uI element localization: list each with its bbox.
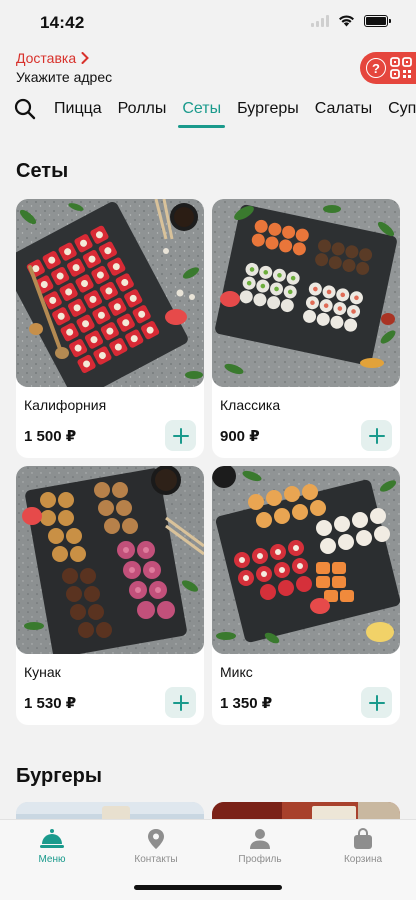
delivery-label: Доставка bbox=[16, 50, 77, 66]
product-card[interactable]: Микс 1 350 ₽ bbox=[212, 466, 400, 725]
tab-salads[interactable]: Салаты bbox=[315, 90, 372, 128]
nav-label-profile: Профиль bbox=[238, 854, 282, 865]
shopping-bag-icon bbox=[354, 828, 372, 849]
product-name: Микс bbox=[220, 664, 253, 680]
food-dome-icon bbox=[40, 829, 64, 848]
product-image bbox=[212, 466, 400, 654]
tab-rolls[interactable]: Роллы bbox=[118, 90, 167, 128]
chevron-right-icon bbox=[81, 52, 90, 64]
delivery-label-row: Доставка bbox=[16, 50, 112, 66]
product-name: Калифорния bbox=[24, 397, 107, 413]
nav-label-contacts: Контакты bbox=[134, 854, 178, 865]
add-to-cart-button[interactable] bbox=[165, 687, 196, 718]
sets-product-grid: Калифорния 1 500 ₽ Классика 900 ₽ Кунак … bbox=[16, 199, 400, 725]
product-card[interactable]: Классика 900 ₽ bbox=[212, 199, 400, 458]
tab-burgers[interactable]: Бургеры bbox=[237, 90, 299, 128]
help-qr-pill[interactable]: ? bbox=[360, 52, 416, 84]
section-title-burgers: Бургеры bbox=[16, 765, 102, 787]
product-image bbox=[212, 199, 400, 387]
status-bar: 14:42 bbox=[0, 0, 416, 46]
tab-soups[interactable]: Суп bbox=[388, 90, 416, 128]
product-price: 900 ₽ bbox=[220, 428, 260, 445]
status-icons bbox=[311, 15, 391, 27]
search-icon[interactable] bbox=[14, 98, 36, 120]
product-name: Кунак bbox=[24, 664, 61, 680]
cellular-signal-icon bbox=[311, 15, 329, 27]
status-time: 14:42 bbox=[40, 13, 85, 32]
nav-item-contacts[interactable]: Контакты bbox=[111, 828, 201, 865]
product-image bbox=[16, 466, 204, 654]
delivery-selector[interactable]: Доставка Укажите адрес bbox=[16, 50, 112, 85]
wifi-icon bbox=[339, 15, 354, 27]
nav-item-profile[interactable]: Профиль bbox=[215, 828, 305, 865]
tab-sets[interactable]: Сеты bbox=[178, 90, 225, 128]
add-to-cart-button[interactable] bbox=[165, 420, 196, 451]
address-prompt: Укажите адрес bbox=[16, 69, 113, 85]
home-indicator bbox=[134, 885, 282, 890]
plus-icon bbox=[368, 694, 385, 711]
nav-label-cart: Корзина bbox=[343, 854, 383, 865]
add-to-cart-button[interactable] bbox=[361, 420, 392, 451]
plus-icon bbox=[172, 694, 189, 711]
product-card[interactable]: Кунак 1 530 ₽ bbox=[16, 466, 204, 725]
app-screen: 14:42 Доставка Укажите адрес ? Пицца Рол… bbox=[0, 0, 416, 900]
user-icon bbox=[250, 829, 270, 849]
plus-icon bbox=[368, 427, 385, 444]
plus-icon bbox=[172, 427, 189, 444]
product-price: 1 530 ₽ bbox=[24, 695, 77, 712]
battery-icon bbox=[364, 15, 391, 27]
product-price: 1 500 ₽ bbox=[24, 428, 77, 445]
product-card[interactable]: Калифорния 1 500 ₽ bbox=[16, 199, 204, 458]
add-to-cart-button[interactable] bbox=[361, 687, 392, 718]
product-image bbox=[16, 199, 204, 387]
category-tabs: Пицца Роллы Сеты Бургеры Салаты Суп bbox=[54, 90, 416, 128]
help-icon[interactable]: ? bbox=[366, 58, 386, 78]
product-name: Классика bbox=[220, 397, 281, 413]
tab-pizza[interactable]: Пицца bbox=[54, 90, 102, 128]
category-tabs-bar: Пицца Роллы Сеты Бургеры Салаты Суп bbox=[0, 90, 416, 130]
nav-item-menu[interactable]: Меню bbox=[7, 828, 97, 865]
section-title-sets: Сеты bbox=[16, 160, 69, 182]
product-price: 1 350 ₽ bbox=[220, 695, 273, 712]
qr-code-icon[interactable] bbox=[390, 57, 412, 79]
location-pin-icon bbox=[148, 829, 164, 849]
nav-label-menu: Меню bbox=[38, 854, 66, 865]
nav-item-cart[interactable]: Корзина bbox=[318, 828, 408, 865]
